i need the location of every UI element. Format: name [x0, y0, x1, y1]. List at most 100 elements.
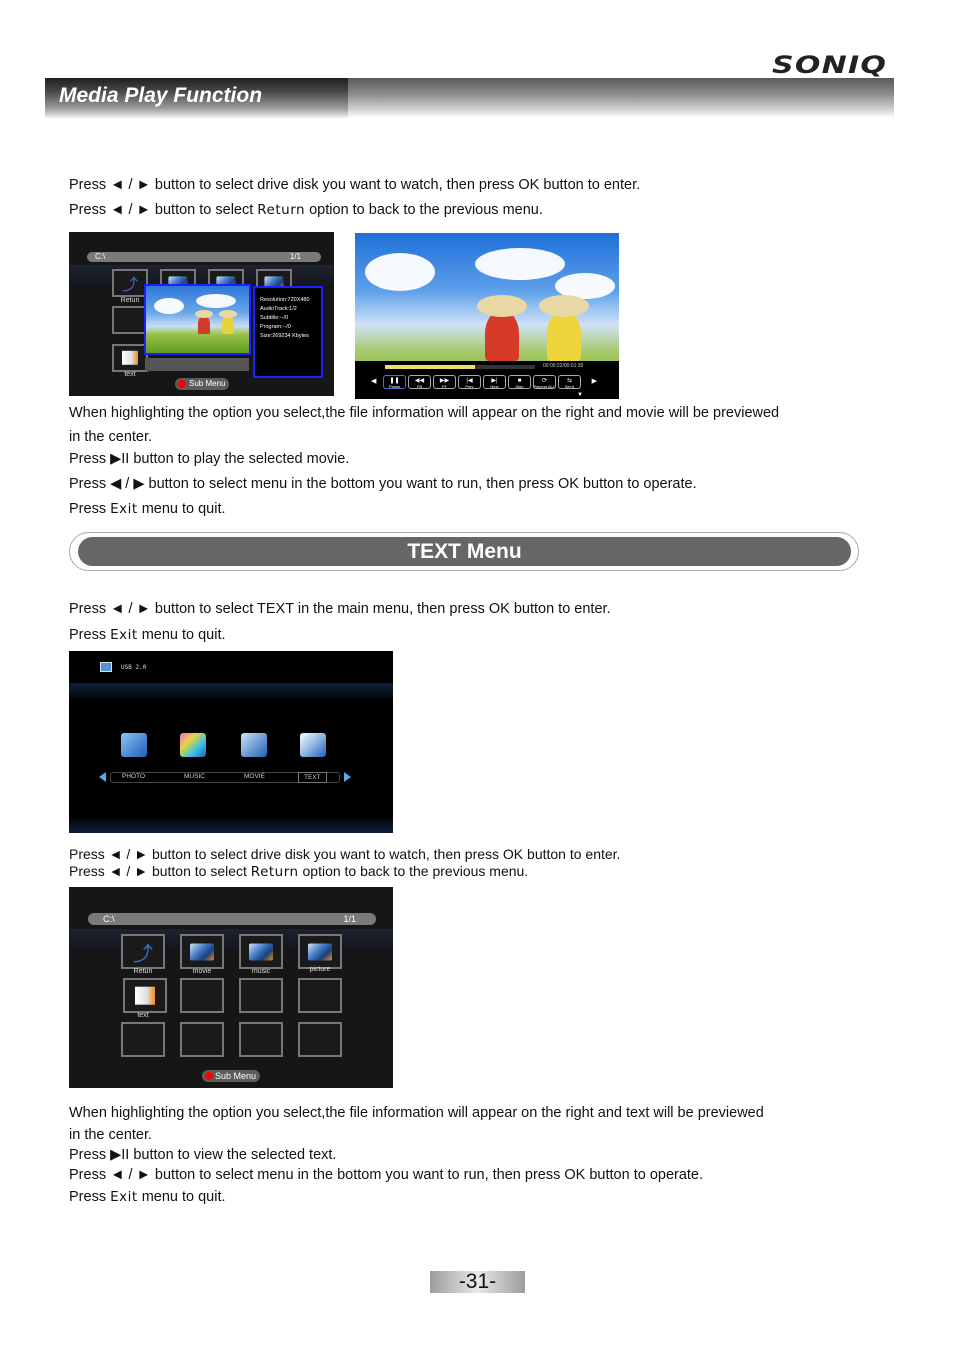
instruction-line: Press ▶II button to play the selected mo… — [69, 451, 350, 467]
text-segment: option to back to the previous menu. — [298, 863, 529, 879]
tile-empty[interactable] — [298, 1022, 342, 1057]
file-info-panel: Resolution:720X480 AudioTrack:1/2 Subtit… — [253, 286, 323, 378]
menu-left-arrow-icon[interactable] — [99, 772, 106, 782]
text-segment: Press — [69, 627, 111, 643]
tile-empty[interactable] — [180, 978, 224, 1013]
info-size: Size:269234 Kbytes — [260, 333, 309, 339]
instruction-line: Press ◄ / ► button to select drive disk … — [69, 846, 621, 862]
red-dot-icon — [205, 1072, 213, 1080]
path-bar: C:\ 1/1 — [87, 252, 321, 262]
instruction-line: Press ◄ / ► button to select Return opti… — [69, 862, 528, 881]
tile-empty[interactable] — [121, 1022, 165, 1057]
control-button-ff[interactable]: ▶▶ FF — [433, 375, 456, 389]
path-bar: C:\ 1/1 — [88, 913, 376, 925]
cloud — [475, 248, 565, 280]
menu-item-music[interactable]: MUSIC — [184, 773, 205, 780]
tile-label: Retun — [120, 297, 140, 304]
hat — [195, 310, 213, 318]
sub-menu-label: Sub Menu — [189, 379, 226, 388]
movie-clapper-icon[interactable] — [241, 733, 267, 757]
menu-item-movie[interactable]: MOVIE — [244, 773, 265, 780]
instruction-line: Press Exit menu to quit. — [69, 500, 226, 518]
exit-keyword: Exit — [110, 1189, 138, 1205]
instruction-line: Press ◀ / ▶ button to select menu in the… — [69, 476, 697, 492]
menu-right-arrow-icon[interactable] — [344, 772, 351, 782]
scroll-left-icon[interactable]: ◀ — [371, 377, 376, 385]
tile-label: text — [124, 371, 136, 378]
tile-empty[interactable] — [180, 1022, 224, 1057]
tile-empty[interactable] — [239, 978, 283, 1013]
control-button-repeat-all[interactable]: ⟳ Repeat ALL — [533, 375, 556, 389]
tile-label: music — [251, 968, 271, 975]
music-disc-icon[interactable] — [180, 733, 206, 757]
info-audio-track: AudioTrack:1/2 — [260, 306, 297, 312]
instruction-line: Press Exit menu to quit. — [69, 1188, 226, 1206]
scroll-right-icon[interactable]: ▶ — [592, 377, 597, 385]
person — [198, 316, 210, 334]
preview-caption-bar — [145, 358, 249, 371]
tile-return[interactable]: ⤴ — [112, 269, 148, 297]
tile-folder[interactable] — [239, 934, 283, 969]
text-document-icon[interactable] — [300, 733, 326, 757]
tile-text[interactable] — [112, 344, 148, 372]
path-text: C:\ — [95, 252, 106, 261]
sub-menu-button[interactable]: Sub Menu — [202, 1070, 261, 1082]
tile-folder[interactable] — [180, 934, 224, 969]
instruction-line: When highlighting the option you select,… — [69, 1105, 764, 1121]
tile-label: movie — [192, 968, 212, 975]
text-segment: Press ◄ / ► button to select — [69, 202, 258, 218]
document-icon — [135, 986, 155, 1005]
tile-text[interactable] — [123, 978, 167, 1013]
preview-image — [146, 286, 249, 353]
cloud — [365, 253, 435, 291]
hat — [539, 295, 589, 317]
return-icon: ⤴ — [133, 943, 153, 965]
tile-folder[interactable] — [298, 934, 342, 969]
instruction-line: When highlighting the option you select,… — [69, 405, 780, 421]
control-button-prev[interactable]: |◀ Prev — [458, 375, 481, 389]
browser-screenshot: C:\ 1/1 ⤴ Retun text Resolution:720X480 … — [69, 232, 334, 396]
return-icon: ⤴ — [121, 277, 139, 294]
text-segment: Press ◄ / ► button to select — [69, 863, 251, 879]
control-button-next[interactable]: ▶| Next — [483, 375, 506, 389]
control-button-label: FB — [416, 384, 423, 389]
section-title: TEXT Menu — [78, 537, 851, 566]
playback-control-bar: 00:00:22/00:01:35 ◀ ❚❚ Pause ◀◀ FB ▶▶ FF |◀ Pre… — [355, 361, 619, 399]
page-title: Media Play Function — [59, 84, 263, 107]
menu-item-text[interactable]: TEXT — [298, 772, 327, 783]
sub-menu-label: Sub Menu — [215, 1071, 257, 1081]
tile-return[interactable]: ⤴ — [121, 934, 165, 969]
red-dot-icon — [178, 380, 186, 388]
control-button-stop[interactable]: ■ Stop — [508, 375, 531, 389]
folder-browser-screenshot: C:\ 1/1 ⤴ Retun movie music picture text… — [69, 887, 393, 1088]
tile-empty[interactable] — [239, 1022, 283, 1057]
tile-label: text — [137, 1012, 149, 1019]
info-subtitle: Subtitle:--/0 — [260, 315, 289, 321]
more-down-icon[interactable]: ▼ — [577, 392, 583, 398]
control-button-label: FF — [442, 384, 447, 389]
backdrop-band — [69, 819, 393, 833]
text-segment: menu to quit. — [137, 501, 226, 517]
text-segment: menu to quit. — [137, 1189, 226, 1205]
menu-item-photo[interactable]: PHOTO — [122, 773, 145, 780]
tile-empty[interactable] — [298, 978, 342, 1013]
main-menu-screenshot: USB 2.0 PHOTO MUSIC MOVIE TEXT — [69, 651, 393, 833]
backdrop-band — [69, 683, 393, 699]
instruction-line: Press ◄ / ► button to select Return opti… — [69, 201, 543, 219]
text-segment: Press — [69, 501, 111, 517]
page-indicator: 1/1 — [289, 252, 301, 261]
folder-icon — [190, 942, 214, 961]
control-button-set-a[interactable]: ⇆ Set A — [558, 375, 581, 389]
photo-camera-icon[interactable] — [121, 733, 147, 757]
control-button-pause[interactable]: ❚❚ Pause — [383, 375, 406, 389]
return-keyword: Return — [250, 864, 299, 880]
control-button-fb[interactable]: ◀◀ FB — [408, 375, 431, 389]
control-button-label: Set A — [564, 384, 575, 389]
tile-label: Retun — [133, 968, 153, 975]
cloud — [154, 298, 184, 314]
tile-empty[interactable] — [112, 306, 148, 334]
sub-menu-button[interactable]: Sub Menu — [175, 378, 230, 390]
device-label: USB 2.0 — [121, 664, 147, 671]
playback-progress[interactable] — [385, 365, 535, 369]
instruction-line: Press Exit menu to quit. — [69, 626, 226, 644]
